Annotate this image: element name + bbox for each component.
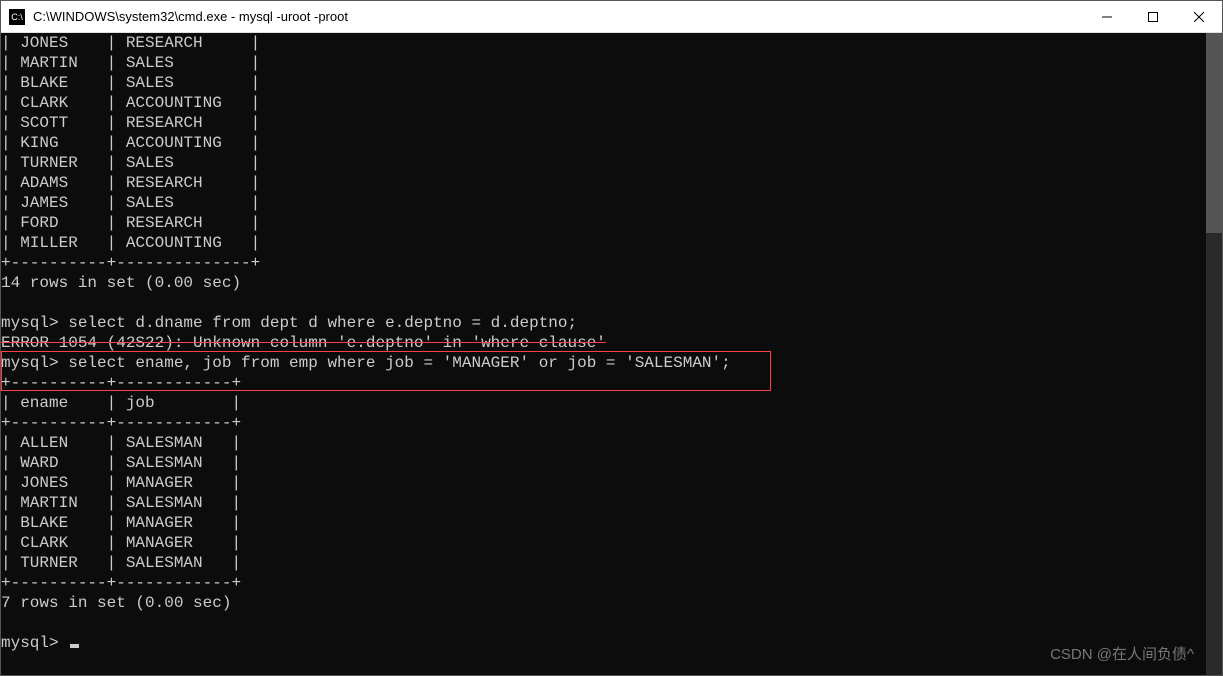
titlebar[interactable]: C:\ C:\WINDOWS\system32\cmd.exe - mysql … [1, 1, 1222, 33]
maximize-button[interactable] [1130, 1, 1176, 33]
highlight-box [1, 351, 771, 391]
close-button[interactable] [1176, 1, 1222, 33]
cursor [70, 644, 79, 648]
watermark: CSDN @在人间负债^ [1050, 645, 1194, 665]
scrollbar[interactable] [1206, 33, 1222, 675]
error-line: ERROR 1054 (42S22): Unknown column 'e.de… [1, 334, 606, 352]
window-title: C:\WINDOWS\system32\cmd.exe - mysql -uro… [33, 9, 1084, 24]
terminal-area: | JONES | RESEARCH | | MARTIN | SALES | … [1, 33, 1222, 675]
terminal-output[interactable]: | JONES | RESEARCH | | MARTIN | SALES | … [1, 33, 1206, 675]
minimize-button[interactable] [1084, 1, 1130, 33]
cmd-icon: C:\ [9, 9, 25, 25]
terminal-window: C:\ C:\WINDOWS\system32\cmd.exe - mysql … [0, 0, 1223, 676]
scrollbar-thumb[interactable] [1206, 33, 1222, 233]
window-controls [1084, 1, 1222, 32]
